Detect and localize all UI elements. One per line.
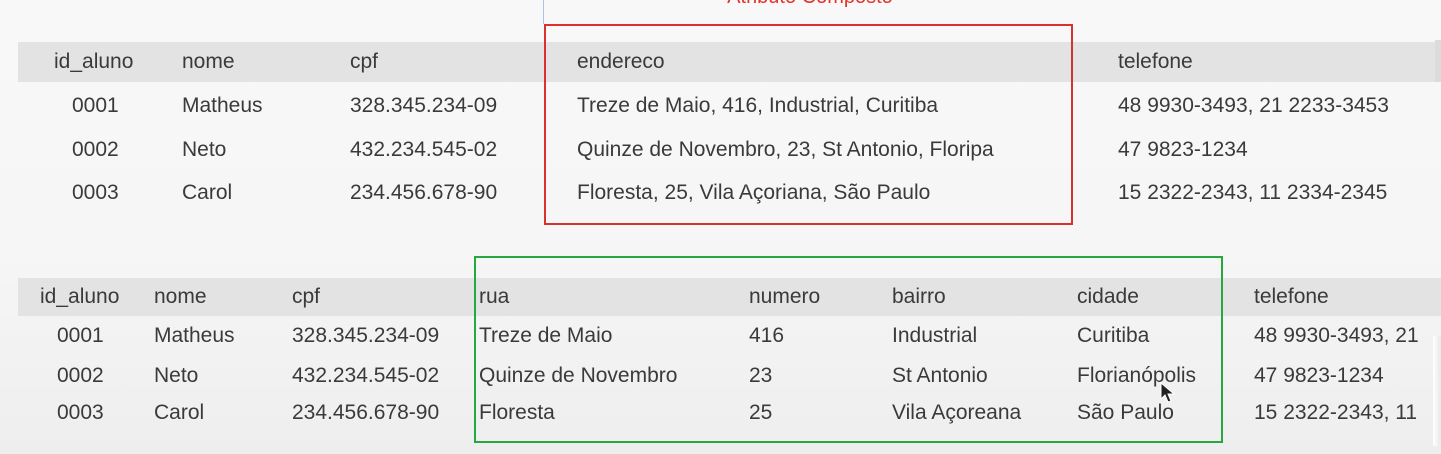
table1-cell: 47 9823-1234 [1118, 138, 1248, 161]
table2-cell: 0001 [57, 324, 104, 347]
table1-cell: 48 9930-3493, 21 2233-3453 [1118, 94, 1389, 117]
table2-cell: Matheus [154, 324, 235, 347]
caption-composite-attribute: Atributo Composto [545, 0, 1075, 9]
table1-cell: 0003 [72, 181, 119, 204]
table1-header-nome: nome [182, 50, 235, 73]
table2-cell: 0003 [57, 401, 104, 424]
table1-header-cpf: cpf [350, 50, 379, 73]
table2-cell: Carol [154, 401, 205, 424]
table2-header-cpf: cpf [292, 285, 321, 308]
table1-cell: 15 2322-2343, 11 2334-2345 [1118, 181, 1388, 204]
table2-cell: 15 2322-2343, 11 [1254, 401, 1418, 424]
table1-header-telefone: telefone [1118, 50, 1193, 73]
scrollbar[interactable] [1435, 40, 1441, 82]
table2-header-nome: nome [154, 285, 207, 308]
composite-attribute-highlight [544, 24, 1073, 225]
table2-cell: 234.456.678-90 [292, 401, 440, 424]
table2-cell: Neto [154, 364, 199, 387]
table1-cell: 0002 [72, 138, 119, 161]
table1-cell: Carol [182, 181, 233, 204]
scrollbar[interactable] [1433, 336, 1441, 446]
table2-cell: 0002 [57, 364, 104, 387]
table1-cell: 328.345.234-09 [350, 94, 498, 117]
table2-cell: 47 9823-1234 [1254, 364, 1384, 387]
table1-cell: 0001 [72, 94, 119, 117]
split-attributes-highlight [474, 256, 1223, 443]
table2-header-id-aluno: id_aluno [40, 285, 120, 308]
table1-cell: Matheus [182, 94, 263, 117]
table1-cell: 234.456.678-90 [350, 181, 498, 204]
table2-cell: 328.345.234-09 [292, 324, 440, 347]
table1-cell: Neto [182, 138, 227, 161]
table2-cell: 432.234.545-02 [292, 364, 440, 387]
mouse-cursor-icon [1160, 382, 1176, 403]
divider-line [543, 0, 544, 24]
table2-header-telefone: telefone [1254, 285, 1329, 308]
table1-header-id-aluno: id_aluno [54, 50, 134, 73]
table1-cell: 432.234.545-02 [350, 138, 498, 161]
table2-cell: 48 9930-3493, 21 [1254, 324, 1419, 347]
